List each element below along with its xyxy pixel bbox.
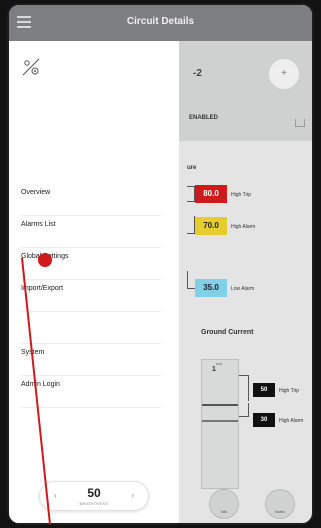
circuit-details-background: -2 + ENABLED ure 80.0 High Trip 70.0 Hig… bbox=[179, 41, 312, 523]
trip-threshold-line bbox=[202, 404, 238, 406]
connector-line bbox=[239, 403, 249, 417]
meter-value: 1 bbox=[212, 366, 216, 373]
circuit-header-card: -2 + ENABLED bbox=[179, 41, 312, 141]
connector-line bbox=[187, 271, 195, 289]
status-badge: ENABLED bbox=[189, 115, 219, 121]
circuit-name: -2 bbox=[193, 68, 202, 79]
brightness-increase-button[interactable]: › bbox=[131, 491, 134, 500]
gc-high-alarm-label: High Alarm bbox=[279, 418, 304, 424]
device-screen: Circuit Details -2 + ENABLED ure 80.0 Hi… bbox=[7, 3, 314, 525]
brightness-label: BRIGHTNESS bbox=[79, 501, 109, 506]
settings-icon[interactable] bbox=[21, 57, 41, 77]
add-button[interactable]: + bbox=[269, 59, 299, 89]
connector-line bbox=[239, 375, 249, 401]
menu-item-admin-login[interactable]: Admin Login bbox=[21, 376, 161, 408]
section-label: ure bbox=[187, 165, 197, 171]
brightness-control: ‹ 50 BRIGHTNESS › bbox=[39, 481, 149, 511]
tray-icon bbox=[295, 119, 305, 127]
page-title: Circuit Details bbox=[126, 16, 195, 27]
connector-line bbox=[187, 216, 195, 234]
menu-item-system[interactable]: System bbox=[21, 344, 161, 376]
connector-line bbox=[187, 186, 195, 202]
high-trip-value[interactable]: 80.0 bbox=[195, 185, 227, 203]
meter-unit: mA bbox=[216, 361, 222, 366]
low-alarm-value[interactable]: 35.0 bbox=[195, 279, 227, 297]
gc-high-alarm-value[interactable]: 30 bbox=[253, 413, 275, 427]
menu-item-import-export[interactable]: Import/Export bbox=[21, 280, 161, 312]
menu-item-overview[interactable]: Overview bbox=[21, 184, 161, 216]
low-alarm-label: Low Alarm bbox=[231, 286, 255, 292]
gc-high-trip-value[interactable]: 50 bbox=[253, 383, 275, 397]
navigation-drawer: Overview Alarms List Global Settings Imp… bbox=[9, 41, 179, 523]
ground-current-title: Ground Current bbox=[201, 329, 254, 336]
menu-item-alarms-list[interactable]: Alarms List bbox=[21, 216, 161, 248]
app-header: Circuit Details bbox=[9, 5, 312, 41]
ground-current-meter: mA 1 bbox=[201, 359, 239, 489]
high-alarm-label: High Alarm bbox=[231, 224, 256, 230]
high-alarm-value[interactable]: 70.0 bbox=[195, 217, 227, 235]
notes-button[interactable]: Notes bbox=[265, 489, 295, 519]
info-button[interactable]: Info bbox=[209, 489, 239, 519]
annotation-pointer-dot bbox=[38, 253, 52, 267]
menu-spacer bbox=[21, 312, 161, 344]
drawer-menu: Overview Alarms List Global Settings Imp… bbox=[21, 184, 161, 408]
notes-button-label: Notes bbox=[274, 509, 286, 514]
alarm-threshold-line bbox=[202, 420, 238, 422]
gc-high-trip-label: High Trip bbox=[279, 388, 300, 394]
info-button-label: Info bbox=[220, 509, 228, 514]
high-trip-label: High Trip bbox=[231, 192, 252, 198]
